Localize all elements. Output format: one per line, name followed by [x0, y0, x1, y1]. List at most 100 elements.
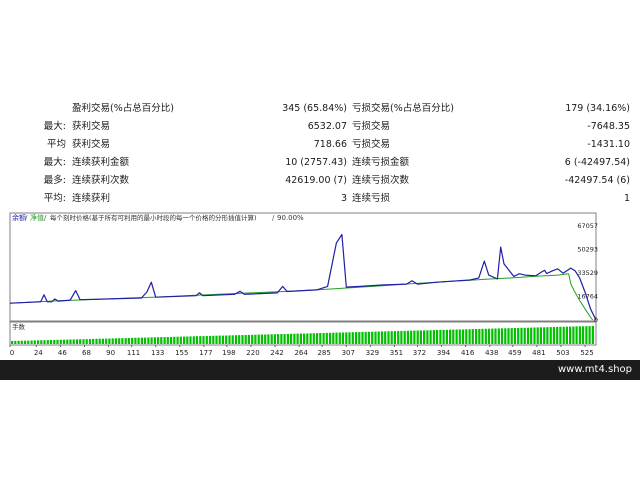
volume-bar	[277, 334, 280, 344]
volume-bar	[478, 328, 481, 344]
volume-bar	[442, 329, 445, 344]
x-tick-label: 177	[199, 349, 212, 357]
volume-bar	[588, 326, 591, 344]
volume-bar	[27, 340, 30, 344]
stat-value-2: -1431.10	[587, 139, 630, 150]
volume-bar	[591, 326, 594, 344]
volume-bar	[497, 328, 500, 344]
volume-bar	[507, 328, 510, 344]
volume-bar	[526, 327, 530, 344]
volume-bar	[215, 335, 218, 344]
stat-value: 10 (2757.43)	[285, 157, 347, 168]
volume-bar	[280, 334, 283, 344]
x-tick-label: 264	[294, 349, 308, 357]
volume-bar	[371, 331, 374, 344]
volume-bar	[406, 330, 409, 344]
stat-row: 最大: 获利交易 6532.07 亏损交易 -7648.35	[0, 118, 640, 136]
stat-row: 最多: 连续获利次数 42619.00 (7) 连续亏损次数 -42497.54 (6)	[0, 172, 640, 190]
volume-bar	[569, 326, 572, 344]
x-tick-label: 351	[390, 349, 403, 357]
volume-bar	[432, 330, 435, 344]
volume-bar	[105, 338, 108, 344]
volume-bar	[189, 336, 192, 344]
volume-bar	[439, 329, 442, 344]
volume-bar	[345, 332, 348, 344]
stat-label-2: 连续亏损	[352, 193, 391, 204]
volume-bar	[199, 336, 202, 344]
stat-value: 345 (65.84%)	[282, 103, 347, 114]
x-tick-label: 111	[127, 349, 140, 357]
chart-svg: 67057 50293 33529 16764 0 0 24 46 68 90 111 133 155…	[8, 208, 600, 358]
volume-bar	[494, 328, 497, 344]
x-tick-label: 503	[556, 349, 569, 357]
volume-bar	[124, 338, 127, 344]
volume-bar	[118, 338, 121, 344]
volume-bar	[108, 338, 111, 344]
volume-bar	[244, 335, 247, 344]
volume-bar	[468, 329, 471, 344]
volume-bar	[539, 327, 542, 344]
stat-label-2: 连续亏损次数	[352, 175, 410, 186]
volume-bar	[238, 335, 241, 344]
volume-bar	[56, 339, 59, 344]
volume-bar	[475, 329, 478, 344]
volume-bar	[241, 335, 244, 344]
volume-bar	[536, 327, 539, 344]
blank-top-area	[0, 0, 640, 100]
volume-bar	[575, 326, 578, 344]
volume-bar	[481, 328, 484, 344]
volume-bar	[517, 327, 520, 344]
statistics-table: 盈利交易(%占总百分比) 345 (65.84%) 亏损交易(%占总百分比) 179 …	[0, 100, 640, 208]
stat-value-2: -7648.35	[587, 121, 630, 132]
volume-bar	[173, 336, 176, 344]
volume-bar	[33, 340, 36, 344]
volume-bar	[144, 337, 147, 344]
x-tick-label: 459	[508, 349, 521, 357]
stat-label-2: 连续亏损金额	[352, 157, 410, 168]
footer-site-text: www.mt4.shop	[557, 364, 632, 375]
volume-bar	[131, 337, 134, 344]
volume-bar	[484, 328, 487, 344]
volume-bar	[309, 333, 312, 344]
volume-bar	[59, 339, 62, 344]
volume-bar	[163, 337, 166, 344]
volume-bar	[319, 333, 322, 344]
blank-bottom-area	[0, 380, 640, 480]
volume-bar	[303, 333, 306, 344]
volume-bar	[14, 340, 17, 344]
y-tick-label: 33529	[577, 269, 598, 277]
volume-bar	[400, 330, 403, 344]
volume-bar	[75, 339, 79, 344]
volume-bar	[487, 328, 491, 344]
volume-bar	[364, 331, 367, 344]
stat-value: 6532.07	[307, 121, 347, 132]
volume-bar	[251, 334, 254, 344]
volume-bar	[445, 329, 448, 344]
volume-bar	[283, 334, 286, 344]
x-tick-label: 438	[485, 349, 498, 357]
x-tick-label: 307	[342, 349, 355, 357]
stat-value: 3	[340, 193, 347, 204]
volume-bar	[101, 338, 104, 344]
volume-bar	[179, 336, 182, 344]
volume-bar	[325, 332, 328, 344]
volume-bar	[449, 329, 452, 344]
volume-bar	[504, 328, 507, 344]
x-tick-label: 46	[58, 349, 67, 357]
stat-value-2: -42497.54 (6)	[564, 175, 630, 186]
volume-bar	[393, 331, 396, 344]
volume-bar	[273, 334, 276, 344]
volume-bar	[140, 337, 143, 344]
volume-bar	[121, 338, 124, 344]
volume-bar	[436, 330, 439, 344]
stat-value: 718.66	[313, 139, 347, 150]
volume-bar	[377, 331, 380, 344]
x-tick-label: 0	[10, 349, 14, 357]
volume-bar	[218, 335, 221, 344]
x-tick-label: 329	[366, 349, 379, 357]
volume-bar	[556, 326, 559, 344]
volume-bar	[186, 336, 189, 344]
volume-bar	[354, 332, 358, 344]
volume-bar	[157, 337, 160, 344]
volume-bar	[416, 330, 419, 344]
